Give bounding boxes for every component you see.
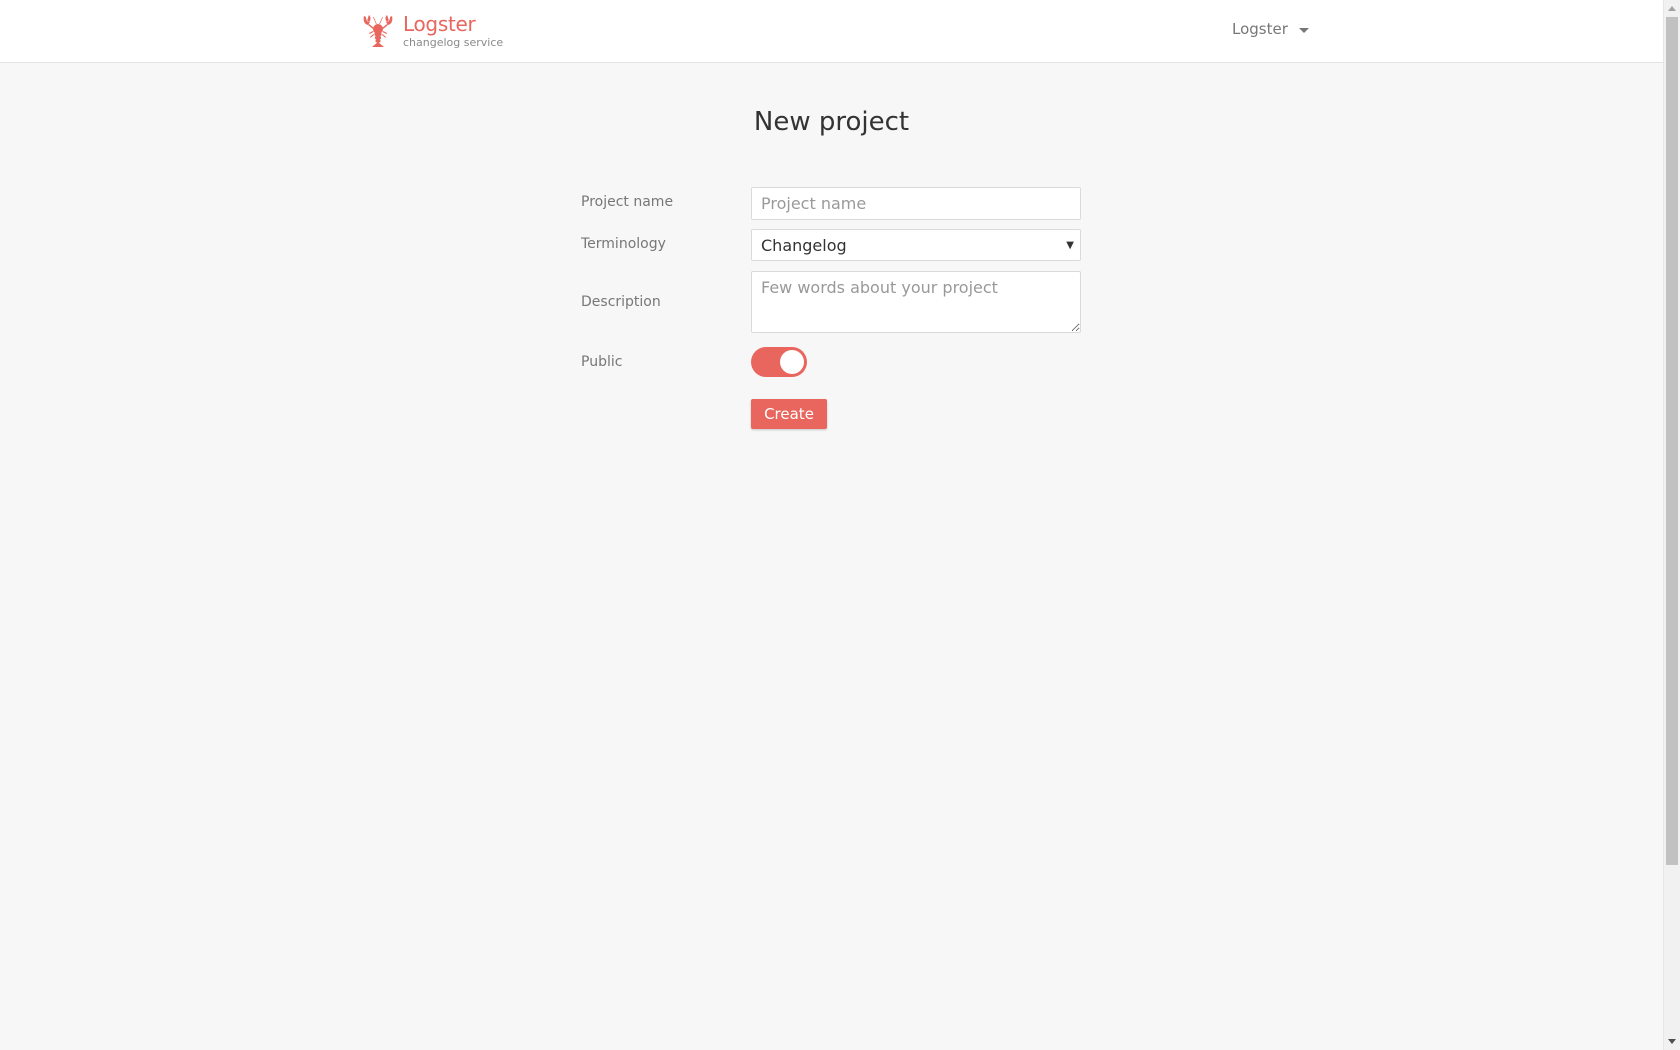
scroll-thumb[interactable] — [1666, 17, 1678, 865]
page-title: New project — [753, 107, 910, 137]
brand-text: Logster changelog service — [403, 14, 503, 50]
scroll-up-arrow-icon[interactable] — [1668, 6, 1676, 11]
description-label: Description — [581, 294, 661, 310]
scroll-down-arrow-icon[interactable] — [1668, 1039, 1676, 1044]
user-menu-dropdown[interactable]: Logster — [1232, 20, 1309, 38]
description-row: Description — [581, 271, 1081, 333]
vertical-scrollbar[interactable] — [1663, 0, 1680, 1050]
lobster-icon — [363, 15, 393, 47]
brand-tagline: changelog service — [403, 36, 504, 49]
terminology-selected-value: Changelog — [761, 235, 847, 255]
public-toggle[interactable] — [751, 347, 807, 377]
caret-down-icon — [1298, 27, 1309, 33]
project-name-input[interactable] — [751, 187, 1081, 220]
terminology-label: Terminology — [581, 236, 666, 252]
create-button[interactable]: Create — [751, 399, 827, 429]
user-menu-label: Logster — [1232, 20, 1288, 38]
caret-down-icon: ▼ — [1066, 240, 1074, 251]
brand[interactable]: Logster changelog service — [362, 14, 503, 50]
toggle-knob — [780, 350, 804, 374]
top-navbar: Logster changelog service Logster — [0, 0, 1663, 63]
project-name-label: Project name — [581, 194, 674, 210]
description-textarea[interactable] — [751, 271, 1081, 333]
brand-name: Logster — [403, 12, 476, 36]
terminology-select[interactable]: Changelog ▼ — [751, 229, 1081, 261]
public-row: Public — [581, 347, 1081, 377]
submit-row: Create — [581, 399, 1081, 429]
project-name-row: Project name — [581, 187, 1081, 220]
app-viewport: Logster changelog service Logster New pr… — [0, 0, 1663, 1050]
public-label: Public — [581, 354, 623, 370]
terminology-row: Terminology Changelog ▼ — [581, 229, 1081, 261]
